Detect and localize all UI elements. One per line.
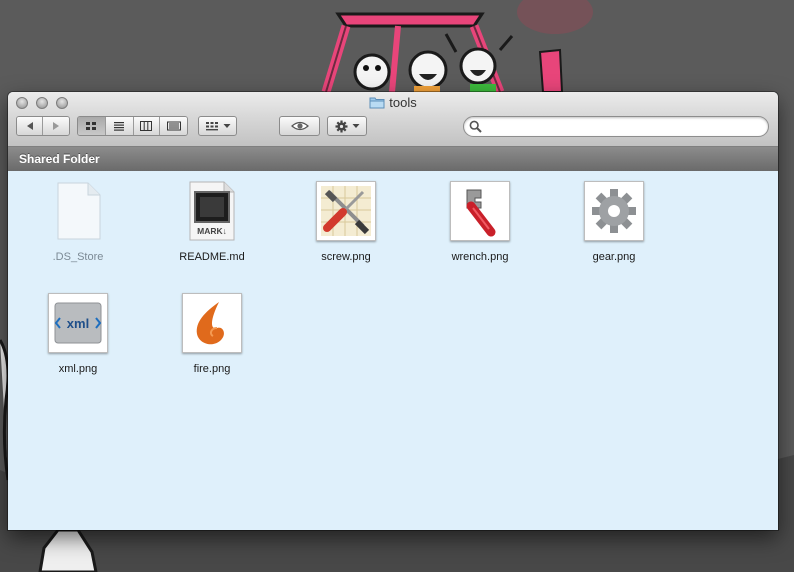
coverflow-view-icon bbox=[166, 121, 181, 131]
fire-icon bbox=[187, 298, 237, 348]
xml-icon: xml bbox=[53, 298, 103, 348]
list-view-button[interactable] bbox=[105, 117, 134, 135]
thumbnail-frame bbox=[182, 293, 242, 353]
view-mode-selector bbox=[77, 116, 188, 136]
file-name: screw.png bbox=[321, 251, 371, 263]
icon-view-icon bbox=[86, 122, 97, 130]
coverflow-view-button[interactable] bbox=[160, 117, 187, 135]
markdown-icon: MARK↓ bbox=[189, 181, 235, 241]
file-thumbnail bbox=[182, 293, 242, 353]
window-title: tools bbox=[389, 95, 417, 110]
xml-badge-text: xml bbox=[67, 316, 89, 331]
nav-buttons bbox=[16, 116, 70, 136]
file-item[interactable]: gear.png bbox=[559, 181, 669, 266]
column-view-button[interactable] bbox=[133, 117, 161, 135]
file-name: xml.png bbox=[58, 363, 98, 375]
chevron-down-icon bbox=[223, 124, 230, 128]
path-header: Shared Folder bbox=[8, 147, 778, 171]
thumbnail-frame bbox=[584, 181, 644, 241]
file-name: .DS_Store bbox=[52, 251, 104, 263]
icon-view-button[interactable] bbox=[78, 117, 106, 135]
search-icon bbox=[469, 120, 482, 133]
file-item[interactable]: wrench.png bbox=[425, 181, 535, 266]
file-thumbnail bbox=[584, 181, 644, 241]
markdown-badge-text: MARK↓ bbox=[197, 226, 227, 236]
search-input[interactable] bbox=[486, 119, 765, 136]
action-menu-button[interactable] bbox=[327, 116, 367, 136]
quick-look-button[interactable] bbox=[279, 116, 320, 136]
back-button[interactable] bbox=[17, 117, 43, 135]
gear-icon bbox=[335, 120, 347, 132]
window-title-area: tools bbox=[8, 95, 778, 110]
file-item[interactable]: .DS_Store bbox=[23, 181, 133, 266]
eye-icon bbox=[290, 121, 309, 131]
file-name: gear.png bbox=[592, 251, 636, 263]
forward-arrow-icon bbox=[53, 122, 59, 130]
wrench-icon bbox=[455, 186, 505, 237]
folder-icon bbox=[369, 97, 385, 109]
file-item[interactable]: fire.png bbox=[157, 293, 267, 378]
column-view-icon bbox=[140, 121, 153, 131]
blank-document-icon bbox=[57, 182, 101, 240]
arrange-button[interactable] bbox=[198, 116, 237, 136]
screwdriver-icon bbox=[321, 186, 371, 236]
title-bar: tools bbox=[8, 92, 778, 147]
file-name: README.md bbox=[179, 251, 245, 263]
left-figure-drawing bbox=[0, 339, 10, 481]
file-name: fire.png bbox=[193, 363, 231, 375]
file-thumbnail bbox=[316, 181, 376, 241]
file-icon-grid: .DS_Store MARK↓ README.md screw.png wren… bbox=[8, 171, 778, 530]
file-thumbnail bbox=[450, 181, 510, 241]
file-item[interactable]: screw.png bbox=[291, 181, 401, 266]
thumbnail-frame bbox=[450, 181, 510, 241]
file-thumbnail: xml bbox=[48, 293, 108, 353]
finder-window: tools Shared Folder .DS_Store MARK↓ READ… bbox=[8, 92, 778, 530]
thumbnail-frame bbox=[316, 181, 376, 241]
chevron-down-icon bbox=[352, 124, 359, 128]
arrange-grid-icon bbox=[205, 122, 218, 131]
thumbnail-frame: xml bbox=[48, 293, 108, 353]
forward-button[interactable] bbox=[43, 117, 69, 135]
file-item[interactable]: xml xml.png bbox=[23, 293, 133, 378]
list-view-icon bbox=[114, 122, 125, 131]
file-item[interactable]: MARK↓ README.md bbox=[157, 181, 267, 266]
gear-icon bbox=[589, 186, 639, 236]
search-field[interactable] bbox=[463, 116, 769, 137]
back-arrow-icon bbox=[26, 122, 33, 130]
file-name: wrench.png bbox=[451, 251, 509, 263]
